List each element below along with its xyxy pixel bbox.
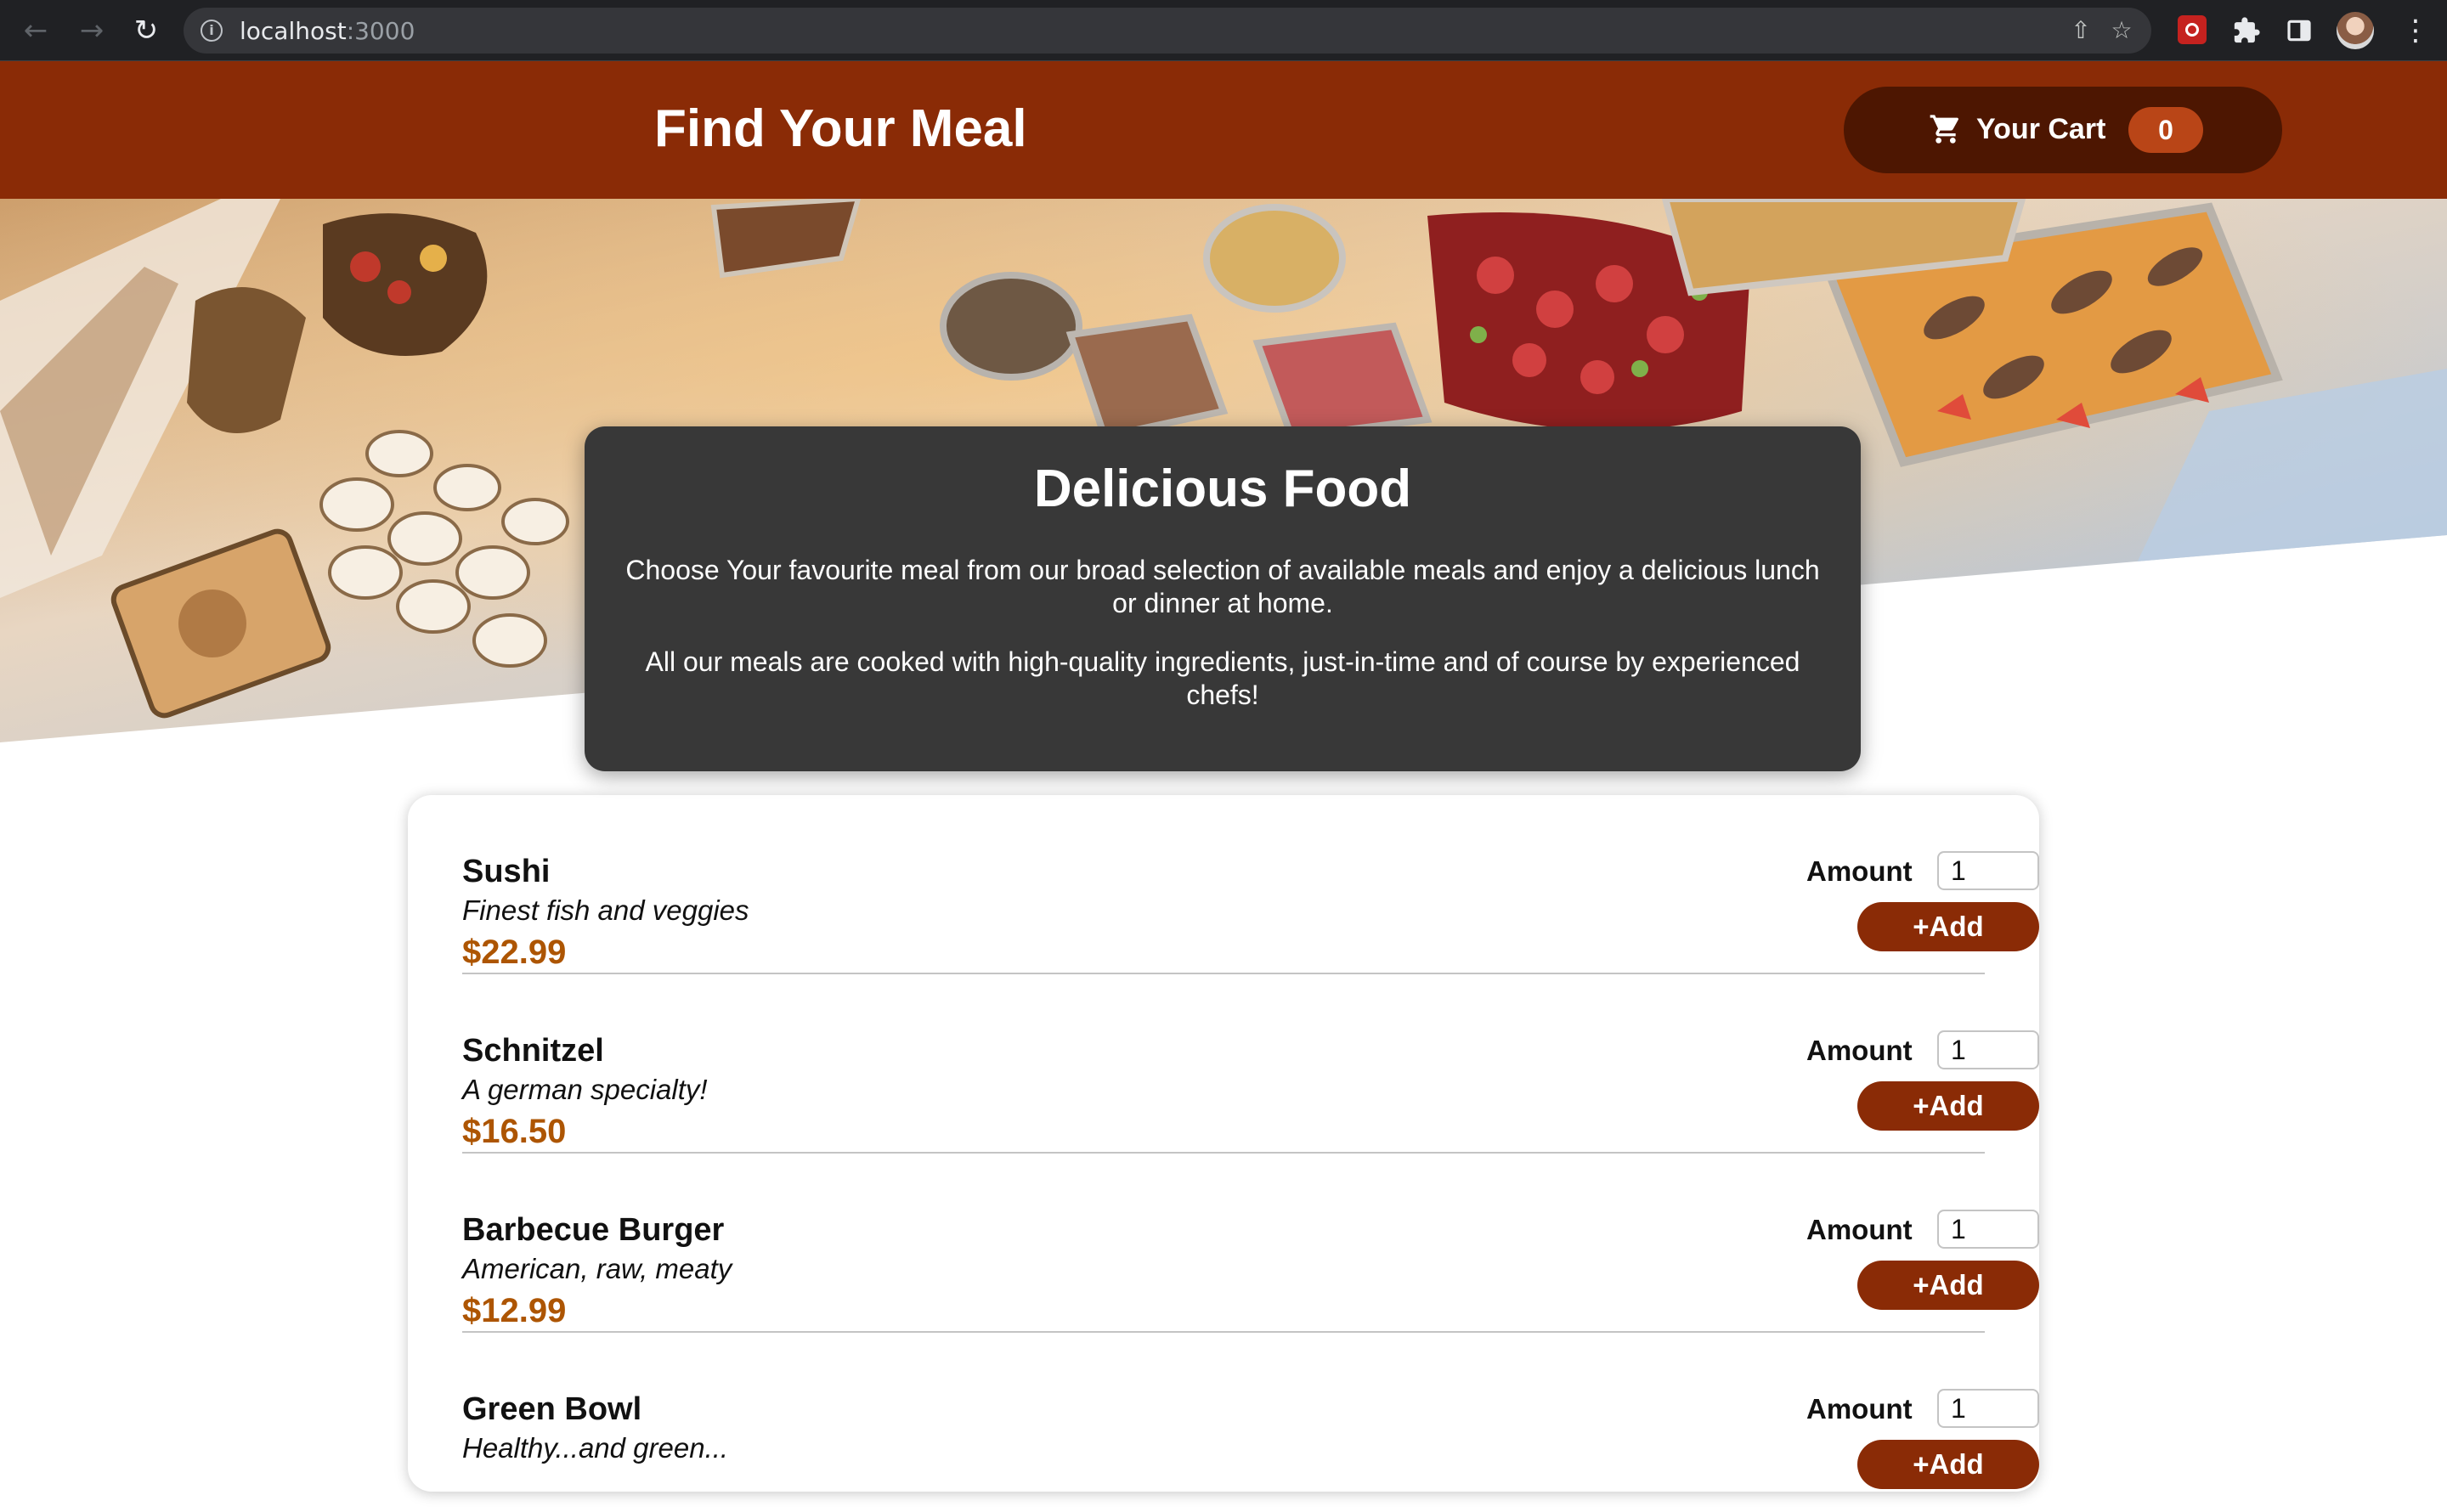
- meal-name: Sushi: [462, 854, 551, 889]
- add-button[interactable]: +Add: [1857, 902, 2039, 951]
- meal-description: A german specialty!: [462, 1074, 708, 1105]
- amount-label: Amount: [1806, 1393, 1913, 1425]
- star-icon[interactable]: ☆: [2109, 18, 2134, 43]
- add-button[interactable]: +Add: [1857, 1261, 2039, 1310]
- arrow-left-icon[interactable]: ←: [17, 12, 54, 49]
- meal-description: Healthy...and green...: [462, 1432, 729, 1464]
- app-title: Find Your Meal: [654, 99, 1027, 158]
- meal-items: Sushi Finest fish and veggies $22.99 Amo…: [408, 795, 2039, 1512]
- meals-list: Sushi Finest fish and veggies $22.99 Amo…: [408, 795, 2039, 1492]
- app-header: Find Your Meal Your Cart 0: [0, 61, 2447, 199]
- summary-paragraph-2: All our meals are cooked with high-quali…: [645, 646, 1800, 710]
- meal-price: $12.99: [462, 1292, 567, 1329]
- extension-icon[interactable]: [2178, 15, 2207, 44]
- browser-toolbar: ← → ↻ i localhost:3000 ⇧ ☆ ⋮: [0, 0, 2447, 61]
- add-button[interactable]: +Add: [1857, 1440, 2039, 1489]
- reload-icon[interactable]: ↻: [127, 12, 165, 49]
- cart-label: Your Cart: [1976, 113, 2106, 145]
- arrow-right-icon[interactable]: →: [73, 12, 110, 49]
- amount-input[interactable]: [1937, 1210, 2039, 1249]
- amount-input[interactable]: [1937, 1030, 2039, 1069]
- amount-label: Amount: [1806, 1035, 1913, 1066]
- puzzle-icon[interactable]: [2229, 14, 2263, 48]
- amount-label: Amount: [1806, 855, 1913, 887]
- meal-name: Barbecue Burger: [462, 1212, 725, 1248]
- meal-price: $22.99: [462, 934, 567, 971]
- meal-item: Sushi Finest fish and veggies $22.99 Amo…: [462, 795, 2039, 974]
- kebab-menu-icon[interactable]: ⋮: [2401, 14, 2430, 48]
- meal-item: Schnitzel A german specialty! $16.50 Amo…: [462, 974, 2039, 1154]
- info-icon[interactable]: i: [201, 20, 223, 42]
- amount-label: Amount: [1806, 1214, 1913, 1245]
- cart-button[interactable]: Your Cart 0: [1844, 87, 2282, 173]
- meal-description: American, raw, meaty: [462, 1253, 732, 1284]
- amount-input[interactable]: [1937, 851, 2039, 890]
- cart-count-badge: 0: [2128, 107, 2203, 153]
- share-icon[interactable]: ⇧: [2068, 18, 2094, 43]
- meal-description: Finest fish and veggies: [462, 894, 749, 926]
- meal-name: Schnitzel: [462, 1033, 604, 1069]
- meal-item: Green Bowl Healthy...and green... Amount…: [462, 1333, 2039, 1512]
- meal-item: Barbecue Burger American, raw, meaty $12…: [462, 1154, 2039, 1333]
- meal-price: $16.50: [462, 1113, 567, 1150]
- meal-name: Green Bowl: [462, 1391, 642, 1427]
- address-bar[interactable]: i localhost:3000 ⇧ ☆: [184, 8, 2151, 54]
- summary-card: Delicious Food Choose Your favourite mea…: [585, 426, 1861, 771]
- summary-title: Delicious Food: [1033, 460, 1412, 518]
- side-panel-icon[interactable]: [2282, 14, 2316, 48]
- summary-paragraph-1: Choose Your favourite meal from our broa…: [625, 555, 1820, 618]
- cart-icon: [1929, 112, 1963, 146]
- amount-input[interactable]: [1937, 1389, 2039, 1428]
- profile-avatar[interactable]: [2337, 12, 2374, 49]
- url-text[interactable]: localhost:3000: [240, 20, 415, 43]
- add-button[interactable]: +Add: [1857, 1081, 2039, 1131]
